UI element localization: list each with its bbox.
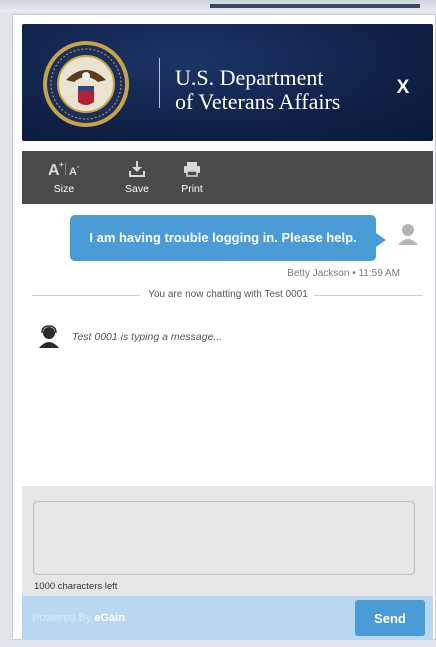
header-banner: U.S. Department of Veterans Affairs X <box>22 24 433 141</box>
powered-by-text: Powered By <box>32 612 92 624</box>
save-button[interactable]: Save <box>119 159 155 195</box>
agent-headset-icon <box>39 325 59 348</box>
chat-footer: Powered By eGain Send <box>22 596 433 640</box>
svg-text:A: A <box>69 166 77 178</box>
chat-toolbar: A + A - Size Save Print <box>22 151 433 204</box>
system-message-text: You are now chatting with Test 0001 <box>148 289 308 300</box>
save-label: Save <box>125 183 149 195</box>
download-icon <box>119 159 155 179</box>
user-message-meta: Betty Jackson • 11:59 AM <box>287 268 400 279</box>
characters-left: 1000 characters left <box>34 581 118 592</box>
print-label: Print <box>181 183 203 195</box>
printer-icon <box>174 159 210 179</box>
header-divider <box>159 58 160 108</box>
message-input[interactable] <box>33 501 415 575</box>
font-size-icon: A + A - <box>46 159 82 179</box>
size-label: Size <box>53 183 75 195</box>
chat-window: U.S. Department of Veterans Affairs X A … <box>12 14 436 640</box>
system-divider-left <box>32 295 140 296</box>
svg-text:-: - <box>77 164 80 171</box>
svg-text:+: + <box>59 160 64 169</box>
agent-typing-text: Test 0001 is typing a message... <box>72 331 223 343</box>
agency-title-line2: of Veterans Affairs <box>175 89 341 114</box>
agency-title-line1: U.S. Department <box>175 65 324 90</box>
user-message-bubble: I am having trouble logging in. Please h… <box>70 215 386 261</box>
browser-top-strip <box>0 0 436 12</box>
va-seal-logo <box>43 41 129 127</box>
close-button[interactable]: X <box>391 76 415 100</box>
system-message: You are now chatting with Test 0001 <box>32 288 423 302</box>
size-button[interactable]: A + A - Size <box>46 159 82 195</box>
system-divider-right <box>314 295 423 296</box>
print-button[interactable]: Print <box>174 159 210 195</box>
send-button[interactable]: Send <box>355 600 425 636</box>
egain-brand[interactable]: eGain <box>94 612 125 624</box>
compose-area: 1000 characters left <box>22 486 433 596</box>
powered-by: Powered By eGain <box>32 612 125 624</box>
chat-transcript[interactable]: I am having trouble logging in. Please h… <box>22 204 433 486</box>
agency-title: U.S. Department of Veterans Affairs <box>175 66 340 114</box>
user-avatar-icon <box>398 224 418 245</box>
window-top-bar <box>210 4 420 8</box>
